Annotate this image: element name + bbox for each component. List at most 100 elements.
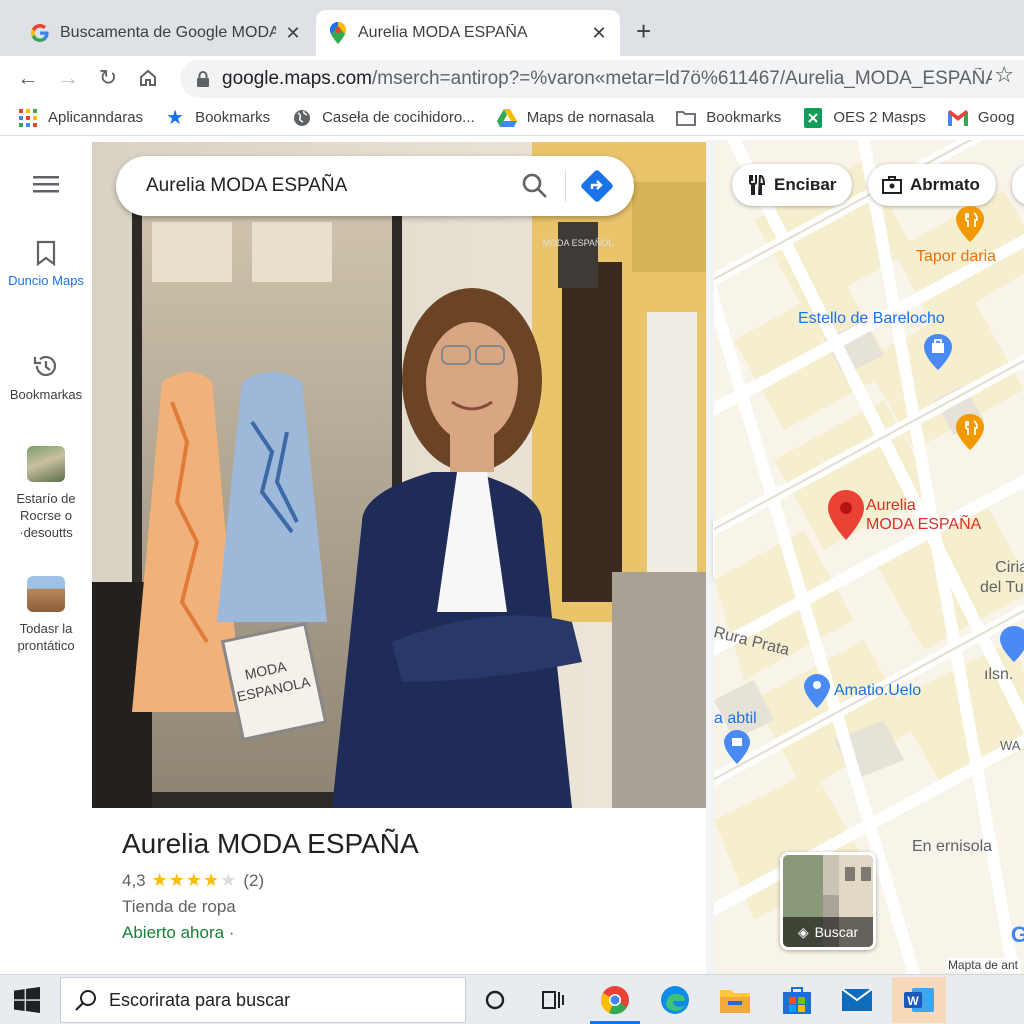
map-label-estello[interactable]: Estello de Barelocho	[798, 310, 945, 328]
place-name: Aurelia MODA ESPAÑA	[122, 828, 419, 859]
place-category[interactable]: Tienda de ropa	[122, 897, 676, 917]
apps-grid-icon	[18, 108, 38, 128]
tab-title: Buscamenta de Google MODA ·	[60, 24, 276, 41]
layers-button[interactable]: ◈ Buscar	[780, 852, 876, 950]
reload-icon[interactable]: ↻	[94, 64, 122, 92]
rail-item-recent-place-2[interactable]: Todasr la prontático	[0, 576, 92, 654]
close-tab-icon[interactable]: ✕	[590, 23, 608, 44]
bookmark-label: Goog	[977, 109, 1015, 126]
bookmark-icon	[0, 240, 92, 266]
rail-item-label: Duncio Maps	[8, 273, 84, 288]
bookmark-label: Maps de nornasala	[526, 109, 655, 126]
review-count[interactable]: (2)	[243, 871, 264, 891]
gmail-icon	[947, 108, 968, 128]
edge-icon[interactable]	[658, 983, 692, 1017]
taskbar-search-box[interactable]: Escorirata para buscar	[60, 977, 466, 1023]
chip-label: Enciвar	[774, 175, 837, 194]
open-status[interactable]: Abierto ahora ·	[122, 923, 676, 943]
bookmark-star[interactable]: ★ Bookmarks	[165, 107, 271, 129]
place-panel: MODA ESPANOLA MODA ESPAÑOL Aurelia MODA …	[92, 140, 712, 974]
menu-button[interactable]	[0, 174, 92, 200]
open-status-separator: ·	[228, 923, 235, 942]
windows-start-icon[interactable]	[14, 987, 40, 1013]
task-view-icon[interactable]	[536, 983, 570, 1017]
new-tab-icon[interactable]: +	[636, 18, 651, 44]
tab-google-search[interactable]: Buscamenta de Google MODA · ✕	[18, 10, 314, 56]
map-label-aurelia-line2: MODA ESPAÑA	[866, 516, 982, 533]
map-label-abtil[interactable]: a abtil	[714, 710, 757, 728]
home-icon[interactable]	[134, 64, 162, 92]
search-icon[interactable]	[521, 172, 549, 200]
forward-icon[interactable]: →	[54, 64, 82, 92]
map-canvas[interactable]: Enciвar Abrmato Tapor daria Estello de B…	[714, 140, 1024, 974]
shopping-pin-icon[interactable]	[1000, 626, 1024, 662]
directions-icon[interactable]	[580, 169, 614, 203]
maps-side-rail: Duncio Maps Bookmarkas Estarío de Rocrse…	[0, 140, 92, 974]
bookmark-apps[interactable]: Aplicanndaras	[18, 108, 143, 128]
briefcase-icon	[882, 175, 902, 195]
chip-label: Abrmato	[910, 175, 980, 194]
place-photo[interactable]: MODA ESPANOLA MODA ESPAÑOL	[92, 142, 706, 808]
rating-stars-icon: ★★★★★	[151, 870, 238, 890]
bookmark-sheets[interactable]: OES 2 Masps	[803, 107, 926, 128]
url-path: /mserch=antirop?=%varon«metar=ld7ö%61146…	[371, 68, 992, 89]
rating-row[interactable]: 4,3 ★★★★★ (2)	[122, 870, 676, 891]
chrome-icon[interactable]	[598, 983, 632, 1017]
word-icon[interactable]: W	[892, 977, 946, 1023]
file-explorer-icon[interactable]	[718, 983, 752, 1017]
store-icon[interactable]	[780, 983, 814, 1017]
address-bar[interactable]: google.maps.com/mserch=antirop?=%varon«m…	[180, 60, 1024, 98]
google-g-icon	[30, 23, 50, 43]
bookmark-star-icon[interactable]: ☆	[994, 62, 1014, 88]
map-label-tapor[interactable]: Tapor daria	[916, 248, 996, 266]
tab-strip: Buscamenta de Google MODA · ✕ Aurelia MO…	[0, 0, 1024, 56]
rail-item-label: Estarío de Rocrse o ·desoutts	[16, 491, 76, 540]
map-label-ciriat[interactable]: Ciriat del Tug	[980, 558, 1024, 598]
bookmark-folder[interactable]: Bookmarks	[676, 108, 781, 128]
restaurant-pin-icon[interactable]	[956, 414, 984, 450]
shopping-pin-icon[interactable]	[804, 674, 830, 708]
bookmark-gmail[interactable]: Goog	[947, 108, 1015, 128]
cortana-icon[interactable]	[478, 983, 512, 1017]
rail-item-saved[interactable]: Duncio Maps	[0, 240, 92, 289]
chip-restaurants[interactable]: Enciвar	[732, 164, 853, 206]
search-input[interactable]: Aurelia MODA ESPAÑA	[146, 175, 521, 197]
sheets-icon	[803, 107, 823, 128]
fork-knife-icon	[746, 173, 766, 196]
bookmark-globe[interactable]: Caseła de cocihidoro...	[292, 108, 475, 128]
rail-item-label: Todasr la prontático	[17, 621, 75, 653]
rail-item-recent-place-1[interactable]: Estarío de Rocrse o ·desoutts	[0, 446, 92, 541]
hamburger-menu-icon	[0, 174, 92, 194]
chip-shopping[interactable]: Abrmato	[868, 164, 996, 206]
url-text: google.maps.com/mserch=antirop?=%varon«m…	[222, 68, 992, 90]
windows-taskbar: Escorirata para buscar W	[0, 974, 1024, 1024]
bookmark-drive[interactable]: Maps de nornasala	[496, 108, 655, 128]
shopping-pin-icon[interactable]	[724, 730, 750, 764]
shopping-pin-icon[interactable]	[924, 334, 952, 370]
mail-icon[interactable]	[840, 983, 874, 1017]
bookmark-label: Bookmarks	[195, 109, 271, 126]
close-tab-icon[interactable]: ✕	[284, 23, 302, 44]
map-label-amatio[interactable]: Amatio.Uelo	[834, 682, 921, 700]
tab-aurelia-maps[interactable]: Aurelia MODA ESPAÑA ✕	[316, 10, 620, 56]
place-marker-icon[interactable]	[828, 490, 864, 540]
open-status-text: Abierto ahora	[122, 923, 225, 942]
map-label-en[interactable]: En ernisola	[912, 838, 992, 856]
lock-icon	[196, 71, 210, 87]
map-label-ilsn[interactable]: ılsn.	[984, 666, 1013, 684]
back-icon[interactable]: ←	[14, 64, 42, 92]
layers-text: Buscar	[814, 924, 859, 940]
restaurant-pin-icon[interactable]	[956, 206, 984, 242]
rating-value: 4,3	[122, 870, 146, 890]
bookmarks-bar: Aplicanndaras ★ Bookmarks Caseła de coci…	[0, 100, 1024, 136]
map-label-wa[interactable]: WA	[1000, 738, 1020, 753]
place-thumbnail	[27, 576, 65, 612]
rail-item-recents[interactable]: Bookmarkas	[0, 352, 92, 403]
maps-search-box[interactable]: Aurelia MODA ESPAÑA	[116, 156, 634, 216]
shop-nameplate: MODA ESPAÑOL	[543, 238, 614, 248]
map-label-aurelia-line1: Aurelia	[866, 497, 916, 514]
globe-icon	[292, 108, 312, 128]
map-label-aurelia[interactable]: Aurelia MODA ESPAÑA	[866, 496, 981, 534]
maps-pin-icon	[328, 22, 348, 44]
map-data-attribution[interactable]: Mapta de ant	[945, 958, 1020, 972]
